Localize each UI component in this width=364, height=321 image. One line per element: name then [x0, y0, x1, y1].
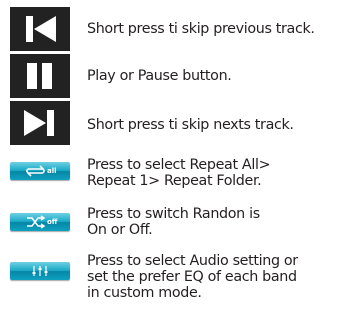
shuffle-mode-label: off: [47, 218, 58, 226]
repeat-mode-label: all: [47, 167, 57, 175]
repeat-button[interactable]: all: [10, 162, 70, 180]
description-line: set the prefer EQ of each band: [87, 269, 297, 285]
shuffle-description: Press to switch Randon is On or Off.: [87, 206, 260, 238]
description-line: On or Off.: [87, 222, 153, 238]
description-line: Press to select Audio setting or: [87, 253, 298, 269]
equalizer-icon: [32, 266, 48, 276]
skip-next-button[interactable]: [10, 101, 70, 145]
skip-previous-icon: [26, 16, 56, 42]
repeat-description: Press to select Repeat All> Repeat 1> Re…: [87, 157, 271, 189]
description-line: in custom mode.: [87, 285, 202, 301]
shuffle-button[interactable]: off: [10, 213, 70, 231]
skip-next-description: Short press ti skip nexts track.: [87, 117, 294, 133]
description-line: Press to select Repeat All>: [87, 157, 271, 173]
skip-previous-description: Short press ti skip previous track.: [87, 21, 315, 37]
description-line: Repeat 1> Repeat Folder.: [87, 173, 262, 189]
play-pause-button[interactable]: [10, 54, 70, 98]
description-line: Short press ti skip previous track.: [87, 21, 315, 37]
description-line: Short press ti skip nexts track.: [87, 117, 294, 133]
description-line: Press to switch Randon is: [87, 206, 260, 222]
pause-description: Play or Pause button.: [87, 68, 232, 84]
description-line: Play or Pause button.: [87, 68, 232, 84]
equalizer-description: Press to select Audio setting or set the…: [87, 253, 298, 301]
skip-next-icon: [24, 110, 54, 136]
audio-setting-button[interactable]: [10, 262, 70, 280]
repeat-icon: [26, 165, 45, 177]
pause-icon: [27, 63, 52, 89]
skip-previous-button[interactable]: [10, 7, 70, 51]
shuffle-icon: [27, 215, 46, 229]
